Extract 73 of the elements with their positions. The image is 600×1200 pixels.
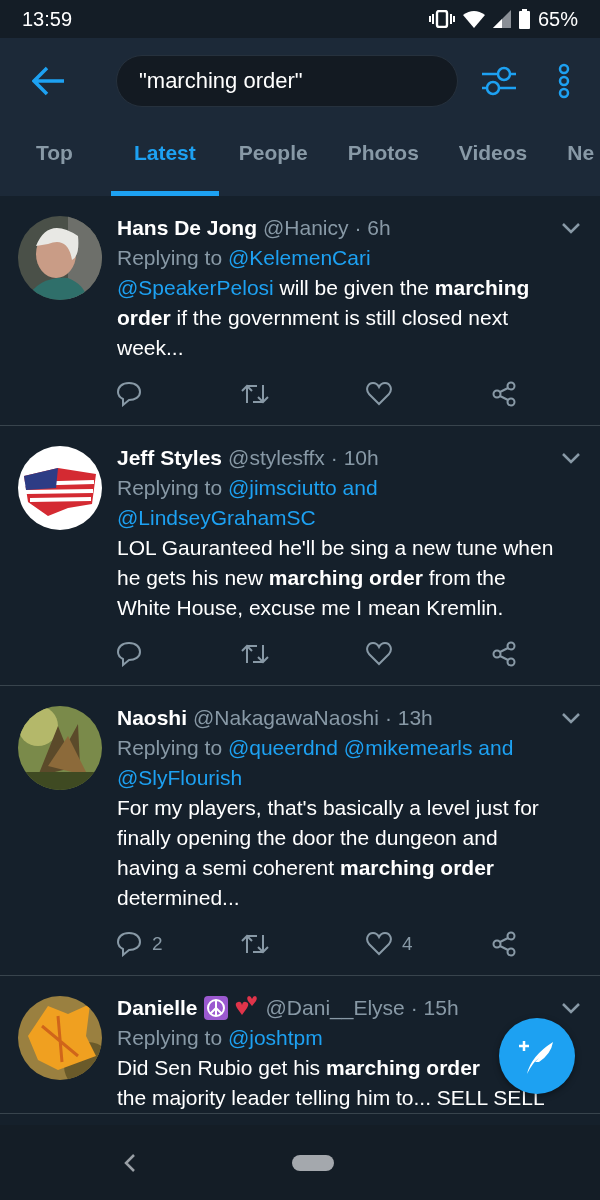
- author-handle: @NakagawaNaoshi: [193, 705, 379, 731]
- signal-icon: [492, 10, 511, 28]
- vibrate-icon: [428, 10, 455, 28]
- peace-icon: [203, 996, 228, 1020]
- mention-link[interactable]: @LindseyGrahamSC: [117, 506, 316, 529]
- mention-link[interactable]: @KelemenCari: [227, 246, 371, 269]
- replying-label: Replying to: [117, 1026, 223, 1049]
- tweet-text: White House, excuse me I mean Kremlin.: [117, 595, 504, 621]
- chevron-down-icon[interactable]: [562, 1002, 580, 1014]
- tweet-text: the majority leader telling him to... SELL SELL: [117, 1085, 545, 1111]
- author-name: Danielle: [117, 995, 198, 1021]
- chevron-down-icon[interactable]: [562, 222, 580, 234]
- reply-icon[interactable]: [116, 381, 142, 407]
- tweet-text: he gets his new marching order from the: [117, 565, 506, 591]
- share-icon[interactable]: [491, 381, 517, 407]
- share-icon[interactable]: [491, 641, 517, 667]
- search-tab[interactable]: Ne: [547, 124, 600, 196]
- wifi-icon: [462, 10, 485, 28]
- mention-link[interactable]: @SlyFlourish: [117, 766, 243, 789]
- replying-label: Replying to: [117, 246, 223, 269]
- battery-percent: 65%: [537, 7, 578, 31]
- tweet-time: · 13h: [384, 705, 433, 731]
- reply-icon[interactable]: [116, 641, 142, 667]
- retweet-icon[interactable]: [241, 643, 269, 665]
- tweet-text: @SpeakerPelosi will be given the marching: [117, 275, 530, 301]
- search-tab[interactable]: Photos: [327, 124, 439, 196]
- author-name: Jeff Styles: [117, 445, 223, 471]
- heart-icon[interactable]: [366, 382, 392, 406]
- tweet-text: determined...: [117, 885, 240, 911]
- chevron-down-icon[interactable]: [562, 452, 580, 464]
- heart-icon[interactable]: [366, 642, 392, 666]
- retweet-icon[interactable]: [241, 933, 269, 955]
- tweet-time: · 10h: [330, 445, 379, 471]
- heart-icon[interactable]: [366, 932, 392, 956]
- replying-label: Replying to: [117, 736, 223, 759]
- filter-sliders-icon[interactable]: [482, 66, 516, 96]
- author-handle: @Hanicy: [263, 215, 349, 241]
- tweet-time: · 15h: [410, 995, 459, 1021]
- back-chevron-icon[interactable]: [124, 1153, 136, 1172]
- search-field[interactable]: "marching order": [116, 55, 458, 107]
- tweet-text: finally opening the door the dungeon and: [117, 825, 498, 851]
- search-tab[interactable]: Top: [0, 124, 111, 196]
- chevron-down-icon[interactable]: [562, 712, 580, 724]
- replying-label: Replying to: [117, 476, 223, 499]
- mention-link[interactable]: @joshtpm: [227, 1026, 323, 1049]
- search-tab[interactable]: Latest: [110, 124, 219, 196]
- search-tab[interactable]: Videos: [438, 124, 548, 196]
- home-pill[interactable]: [292, 1154, 334, 1171]
- mention-link[interactable]: @mikemearls and: [343, 736, 514, 759]
- retweet-icon[interactable]: [241, 383, 269, 405]
- search-tab[interactable]: People: [218, 124, 328, 196]
- author-name: Naoshi: [117, 705, 187, 731]
- more-options-icon[interactable]: [558, 63, 570, 99]
- tweet-text: having a semi coherent marching order: [117, 855, 494, 881]
- mention-link[interactable]: @SpeakerPelosi: [117, 276, 274, 299]
- mention-link[interactable]: @queerdnd: [227, 736, 338, 759]
- battery-icon: [518, 9, 530, 29]
- action-count: 2: [152, 932, 163, 956]
- tweet-text: week...: [117, 335, 184, 361]
- back-arrow-icon[interactable]: [32, 66, 66, 96]
- mention-link[interactable]: @jimsciutto and: [227, 476, 378, 499]
- reply-icon[interactable]: [116, 931, 142, 957]
- author-handle: @Dani__Elyse: [265, 995, 405, 1022]
- author-handle: @stylesffx: [228, 445, 325, 471]
- tweet-text: Did Sen Rubio get his marching order: [117, 1055, 480, 1081]
- tweet-text: LOL Gauranteed he'll be sing a new tune when: [117, 535, 554, 561]
- action-count: 4: [402, 932, 413, 956]
- author-name: Hans De Jong: [117, 215, 258, 241]
- share-icon[interactable]: [491, 931, 517, 957]
- tweet-text: order if the government is still closed next: [117, 305, 508, 331]
- status-time: 13:59: [22, 7, 73, 31]
- tweet-text: For my players, that's basically a level just for: [117, 795, 539, 821]
- tweet-time: · 6h: [354, 215, 391, 241]
